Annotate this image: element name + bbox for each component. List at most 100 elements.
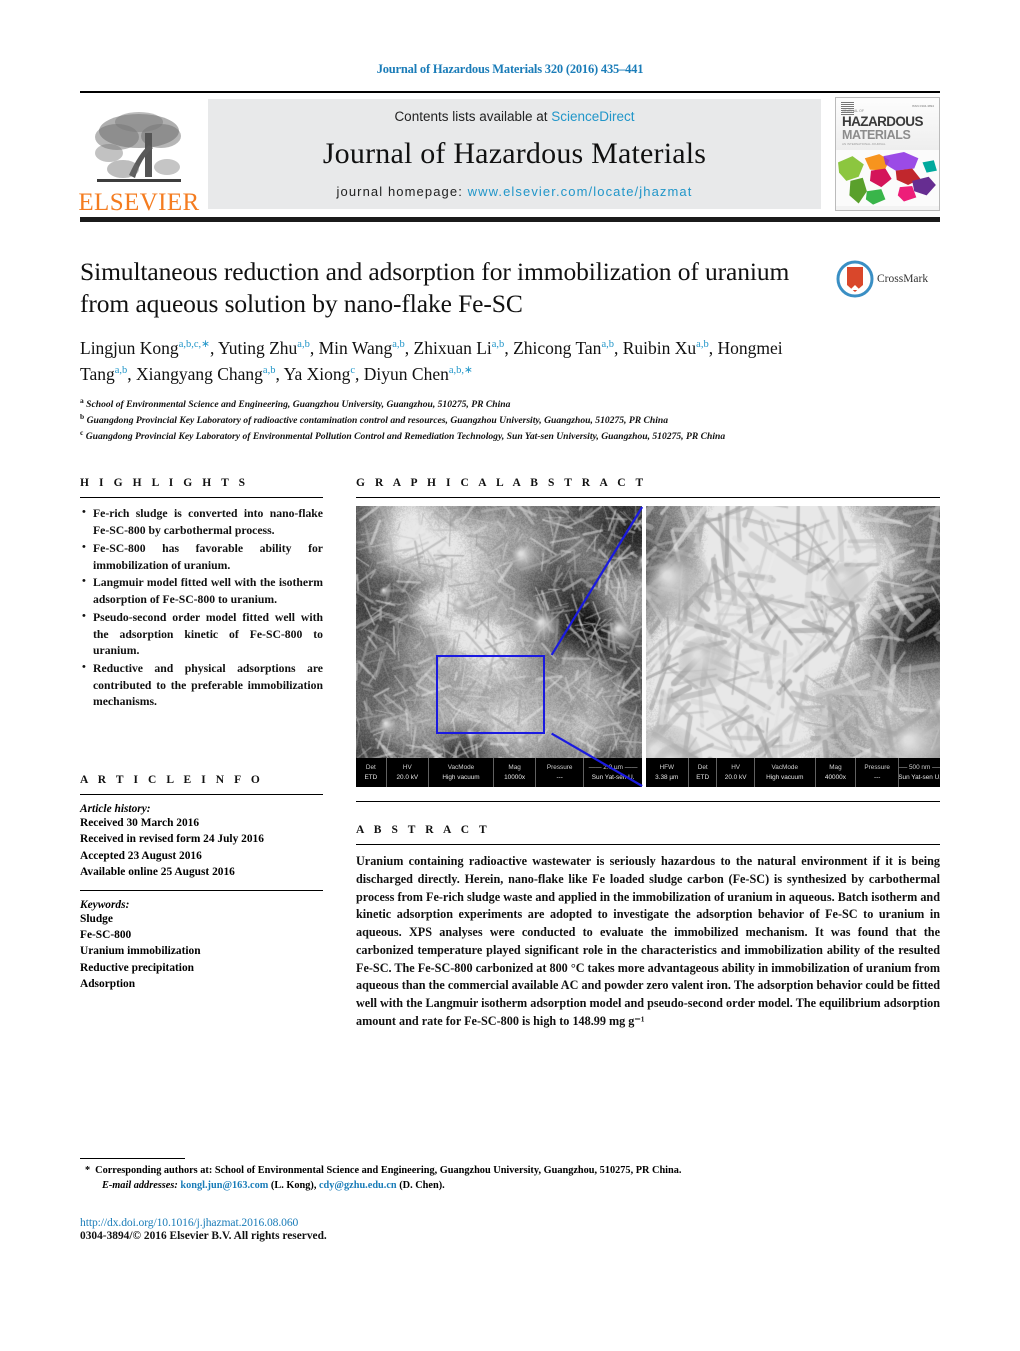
email-note: E-mail addresses: kongl.jun@163.com (L. … xyxy=(80,1179,940,1194)
right-column: G R A P H I C A L A B S T R A C T Det ETD… xyxy=(356,477,940,1030)
corresponding-author-note: * Corresponding authors at: School of Env… xyxy=(80,1164,940,1179)
author-name: Min Wang xyxy=(318,338,393,359)
sem-databar-label: HV xyxy=(731,764,741,772)
author-name: Zhixuan Li xyxy=(413,338,492,359)
copyright-line: 0304-3894/© 2016 Elsevier B.V. All right… xyxy=(80,1229,327,1242)
author-list: Lingjun Konga,b,c,∗, Yuting Zhua,b, Min … xyxy=(80,338,783,384)
article-info-rule xyxy=(80,794,323,796)
sem-low-mag-canvas xyxy=(356,506,643,788)
author-name: Diyun Chen xyxy=(363,363,449,384)
doi-link[interactable]: http://dx.doi.org/10.1016/j.jhazmat.2016… xyxy=(80,1216,940,1229)
affiliation-list: a School of Environmental Science and En… xyxy=(80,396,826,443)
sem-scale-bar-length: —— 500 nm —— xyxy=(899,764,940,772)
email-link-2[interactable]: cdy@gzhu.edu.cn xyxy=(319,1180,397,1191)
journal-masthead: ELSEVIER Contents lists available at Sci… xyxy=(78,91,940,215)
homepage-prefix: journal homepage: xyxy=(336,184,468,199)
sem-databar-cell: VacMode High vacuum xyxy=(755,758,816,788)
sem-databar-value: 20.0 kV xyxy=(724,773,747,781)
highlight-item: Fe-rich sludge is converted into nano-fl… xyxy=(82,505,323,539)
contents-prefix: Contents lists available at xyxy=(394,109,552,124)
sem-institution: Sun Yat-sen U. xyxy=(591,773,635,781)
sem-databar-cell: Det ETD xyxy=(689,758,718,788)
author-name: Yuting Zhu xyxy=(218,338,298,359)
article-history-lines: Received 30 March 2016 Received in revise… xyxy=(80,815,323,880)
email-owner-1: (L. Kong), xyxy=(270,1179,317,1191)
paper-page: Journal of Hazardous Materials 320 (2016… xyxy=(0,0,1020,1351)
title-and-authors: Simultaneous reduction and adsorption fo… xyxy=(80,256,836,443)
sem-databar-cell: VacMode High vacuum xyxy=(429,758,495,788)
sem-databar-value: High vacuum xyxy=(442,773,480,781)
crossmark-badge[interactable]: CrossMark xyxy=(836,256,940,298)
affiliation-mark: a xyxy=(80,396,84,405)
journal-cover-thumbnail: ISSN 0304-3894 JOURNAL OF HAZARDOUS MATE… xyxy=(835,97,940,211)
cover-kicker: JOURNAL OF xyxy=(842,109,865,113)
cover-title-line1: HAZARDOUS xyxy=(842,114,923,129)
article-history-line: Available online 25 August 2016 xyxy=(80,865,235,878)
sem-high-mag-canvas xyxy=(645,506,940,788)
homepage-url-link[interactable]: www.elsevier.com/locate/jhazmat xyxy=(468,184,693,199)
keyword-item: Adsorption xyxy=(80,977,136,990)
sem-scale-bar-cell: —— 500 nm ——Sun Yat-sen U. xyxy=(899,758,940,787)
keyword-item: Sludge xyxy=(80,912,113,925)
highlights-heading: H I G H L I G H T S xyxy=(80,477,249,490)
author-affiliation-marks: a,b xyxy=(392,339,405,351)
keyword-item: Uranium immobilization xyxy=(80,945,201,958)
sem-high-mag-databar: HFW 3.38 µm Det ETD HV 20.0 kV VacMode High vac… xyxy=(645,758,940,788)
journal-title: Journal of Hazardous Materials xyxy=(322,137,707,170)
author-affiliation-marks: a,b xyxy=(262,364,276,376)
sem-databar-value: --- xyxy=(556,773,563,781)
crossmark-icon xyxy=(836,260,874,298)
cover-world-map-graphic xyxy=(836,149,939,207)
author-affiliation-marks: a,b,∗ xyxy=(448,364,473,376)
doi-block: http://dx.doi.org/10.1016/j.jhazmat.2016… xyxy=(80,1216,940,1242)
author-affiliation-marks: c xyxy=(350,364,356,376)
affiliation-line: a School of Environmental Science and En… xyxy=(80,396,511,411)
highlight-item: Fe-SC-800 has favorable ability for immo… xyxy=(82,540,323,574)
sem-databar-label: Det xyxy=(697,764,708,772)
sem-databar-cell: Pressure --- xyxy=(856,758,900,788)
sem-image-pair: Det ETD HV 20.0 kV VacMode High vacuum Mag 1000… xyxy=(356,506,940,788)
cover-top-panel: ISSN 0304-3894 JOURNAL OF HAZARDOUS MATE… xyxy=(836,98,939,150)
author-name: Zhicong Tan xyxy=(513,338,602,359)
keyword-item: Fe-SC-800 xyxy=(80,929,132,942)
highlight-item: Langmuir model fitted well with the isot… xyxy=(82,574,323,608)
sem-databar-label: Mag xyxy=(829,764,842,772)
author-affiliation-marks: a,b,c,∗ xyxy=(178,339,210,351)
sem-databar-value: 10000x xyxy=(504,773,526,781)
sem-image-low-mag: Det ETD HV 20.0 kV VacMode High vacuum Mag 1000… xyxy=(356,506,643,788)
title-block: Simultaneous reduction and adsorption fo… xyxy=(80,256,940,443)
affiliation-mark: b xyxy=(80,411,85,421)
masthead-center: Contents lists available at ScienceDirec… xyxy=(208,99,821,209)
footnotes: * Corresponding authors at: School of Env… xyxy=(80,1158,940,1242)
author-affiliation-marks: a,b xyxy=(114,364,128,376)
sem-databar-cell: Mag 10000x xyxy=(494,758,537,788)
sem-databar-cell: HFW 3.38 µm xyxy=(646,758,689,788)
email-owner-2: (D. Chen). xyxy=(399,1179,445,1191)
corresponding-star: * xyxy=(85,1165,91,1176)
sciencedirect-link[interactable]: ScienceDirect xyxy=(551,109,634,124)
cover-issn-text: ISSN 0304-3894 xyxy=(911,104,934,108)
keywords-lines: Sludge Fe-SC-800 Uranium immobilization Red… xyxy=(80,911,323,992)
sem-databar-label: Det xyxy=(365,764,376,772)
body-columns: H I G H L I G H T S Fe-rich sludge is co… xyxy=(80,477,940,1030)
keywords-rule xyxy=(80,889,323,891)
sem-databar-label: HV xyxy=(402,764,412,772)
email-link-1[interactable]: kongl.jun@163.com xyxy=(180,1180,268,1191)
author-affiliation-marks: a,b xyxy=(491,339,505,351)
contents-lists-line: Contents lists available at ScienceDirec… xyxy=(394,109,634,124)
sem-databar-label: Pressure xyxy=(546,764,573,772)
highlight-item: Pseudo-second order model fitted well wi… xyxy=(82,609,323,660)
affiliation-line: b Guangdong Provincial Key Laboratory of… xyxy=(80,411,669,426)
graphical-abstract-heading: G R A P H I C A L A B S T R A C T xyxy=(356,477,647,490)
sem-scale-bar-cell: —— 2.0 µm —— Sun Yat-sen U. xyxy=(584,758,642,787)
sem-low-mag-databar: Det ETD HV 20.0 kV VacMode High vacuum Mag 1000… xyxy=(356,758,643,788)
author-affiliation-marks: a,b xyxy=(696,339,709,351)
article-history-label: Article history: xyxy=(80,803,151,816)
sem-databar-value: ETD xyxy=(696,773,710,781)
author-affiliation-marks: a,b xyxy=(297,339,310,351)
article-history-block: Article history: Received 30 March 2016 R… xyxy=(80,803,323,880)
sem-databar-value: High vacuum xyxy=(766,773,804,781)
highlights-list: Fe-rich sludge is converted into nano-fl… xyxy=(80,505,323,711)
